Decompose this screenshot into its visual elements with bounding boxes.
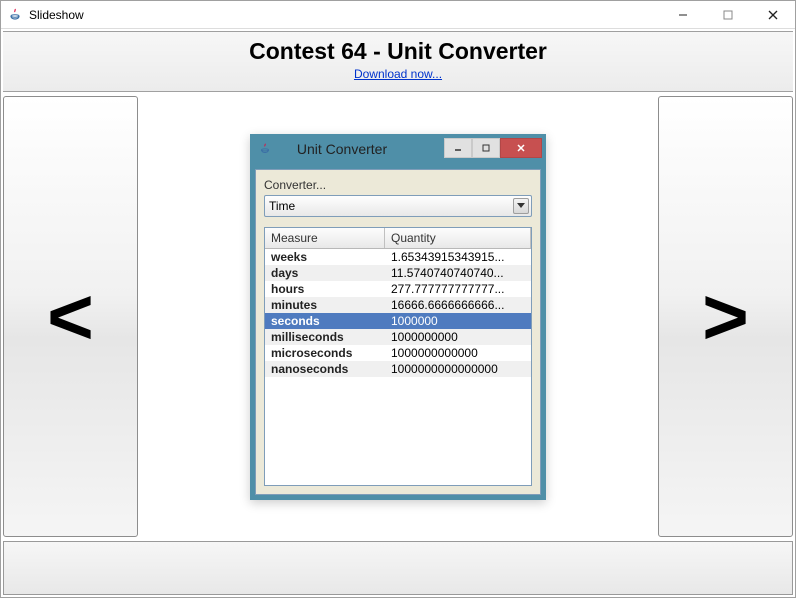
cell-measure: days bbox=[265, 265, 385, 281]
table-header: Measure Quantity bbox=[265, 228, 531, 249]
inner-body: Converter... Time Measure Quantity weeks… bbox=[255, 169, 541, 495]
table-row[interactable]: days11.5740740740740... bbox=[265, 265, 531, 281]
slideshow-window: Slideshow Contest 64 - Unit Converter Do… bbox=[0, 0, 796, 598]
cell-measure: hours bbox=[265, 281, 385, 297]
column-measure[interactable]: Measure bbox=[265, 228, 385, 248]
java-icon bbox=[258, 142, 272, 156]
title-bar: Slideshow bbox=[1, 1, 795, 29]
slide-area: Unit Converter Converter.. bbox=[140, 96, 656, 537]
main-area: < Unit Converter bbox=[3, 96, 793, 537]
download-link[interactable]: Download now... bbox=[354, 67, 442, 81]
next-slide-button[interactable]: > bbox=[658, 96, 793, 537]
close-button[interactable] bbox=[750, 1, 795, 28]
cell-measure: microseconds bbox=[265, 345, 385, 361]
conversion-table: Measure Quantity weeks1.65343915343915..… bbox=[264, 227, 532, 486]
cell-quantity: 1000000000000000 bbox=[385, 361, 531, 377]
cell-measure: nanoseconds bbox=[265, 361, 385, 377]
table-body: weeks1.65343915343915...days11.574074074… bbox=[265, 249, 531, 377]
table-row[interactable]: seconds1000000 bbox=[265, 313, 531, 329]
chevron-down-icon bbox=[513, 198, 529, 214]
inner-window-title: Unit Converter bbox=[280, 141, 444, 157]
cell-measure: minutes bbox=[265, 297, 385, 313]
cell-quantity: 1000000000000 bbox=[385, 345, 531, 361]
cell-quantity: 1000000 bbox=[385, 313, 531, 329]
converter-label: Converter... bbox=[264, 178, 532, 192]
combo-value: Time bbox=[269, 199, 295, 213]
cell-quantity: 1.65343915343915... bbox=[385, 249, 531, 265]
window-title: Slideshow bbox=[29, 8, 84, 22]
cell-quantity: 16666.6666666666... bbox=[385, 297, 531, 313]
inner-close-button[interactable] bbox=[500, 138, 542, 158]
table-row[interactable]: microseconds1000000000000 bbox=[265, 345, 531, 361]
table-row[interactable]: nanoseconds1000000000000000 bbox=[265, 361, 531, 377]
page-title: Contest 64 - Unit Converter bbox=[3, 38, 793, 65]
table-row[interactable]: hours277.777777777777... bbox=[265, 281, 531, 297]
java-icon bbox=[7, 7, 23, 23]
unit-converter-window: Unit Converter Converter.. bbox=[250, 134, 546, 500]
inner-title-bar: Unit Converter bbox=[250, 134, 546, 164]
table-row[interactable]: milliseconds1000000000 bbox=[265, 329, 531, 345]
maximize-button[interactable] bbox=[705, 1, 750, 28]
cell-quantity: 11.5740740740740... bbox=[385, 265, 531, 281]
cell-measure: milliseconds bbox=[265, 329, 385, 345]
column-quantity[interactable]: Quantity bbox=[385, 228, 531, 248]
cell-measure: seconds bbox=[265, 313, 385, 329]
header-panel: Contest 64 - Unit Converter Download now… bbox=[3, 31, 793, 92]
inner-maximize-button[interactable] bbox=[472, 138, 500, 158]
inner-window-controls bbox=[444, 138, 542, 160]
cell-quantity: 277.777777777777... bbox=[385, 281, 531, 297]
table-row[interactable]: minutes16666.6666666666... bbox=[265, 297, 531, 313]
minimize-button[interactable] bbox=[660, 1, 705, 28]
window-controls bbox=[660, 1, 795, 28]
footer-panel bbox=[3, 541, 793, 595]
cell-measure: weeks bbox=[265, 249, 385, 265]
prev-slide-button[interactable]: < bbox=[3, 96, 138, 537]
table-row[interactable]: weeks1.65343915343915... bbox=[265, 249, 531, 265]
inner-minimize-button[interactable] bbox=[444, 138, 472, 158]
converter-combo[interactable]: Time bbox=[264, 195, 532, 217]
cell-quantity: 1000000000 bbox=[385, 329, 531, 345]
